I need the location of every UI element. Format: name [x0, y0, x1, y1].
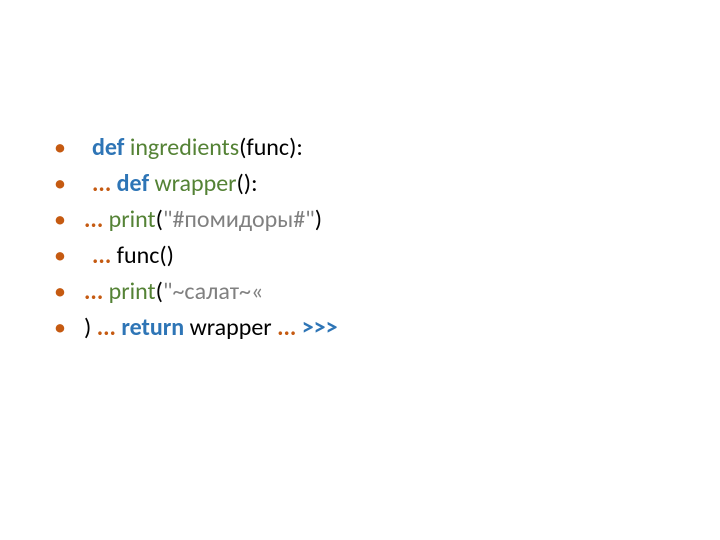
continuation-dots: ...: [277, 313, 302, 342]
func-name: print: [109, 277, 156, 306]
code-line: ... print("~салат~«: [54, 274, 720, 310]
code-text: wrapper: [190, 313, 277, 342]
string-literal: "#помидоры#": [163, 205, 315, 234]
code-line: ... def wrapper():: [54, 166, 720, 202]
func-name: print: [109, 205, 156, 234]
code-line: ... func(): [54, 238, 720, 274]
code-line: ) ... return wrapper ... >>>: [54, 310, 720, 346]
func-name: ingredients: [130, 133, 239, 162]
keyword-return: return: [121, 313, 189, 342]
code-text: (: [156, 205, 163, 234]
continuation-dots: ...: [92, 241, 117, 270]
continuation-dots: ...: [84, 205, 109, 234]
repl-prompt: >>>: [302, 313, 338, 342]
code-list: def ingredients(func): ... def wrapper()…: [0, 0, 720, 346]
code-text: (func):: [239, 133, 303, 162]
func-name: wrapper: [154, 169, 236, 198]
code-line: ... print("#помидоры#"): [54, 202, 720, 238]
code-text: ): [84, 313, 97, 342]
keyword-def: def: [92, 133, 130, 162]
code-text: ():: [237, 169, 258, 198]
continuation-dots: ...: [92, 169, 117, 198]
keyword-def: def: [117, 169, 155, 198]
continuation-dots: ...: [84, 277, 109, 306]
continuation-dots: ...: [97, 313, 122, 342]
code-text: func(): [117, 241, 174, 270]
code-text: ): [315, 205, 322, 234]
code-text: (: [156, 277, 163, 306]
code-line: def ingredients(func):: [54, 130, 720, 166]
string-literal: "~салат~«: [163, 277, 263, 306]
